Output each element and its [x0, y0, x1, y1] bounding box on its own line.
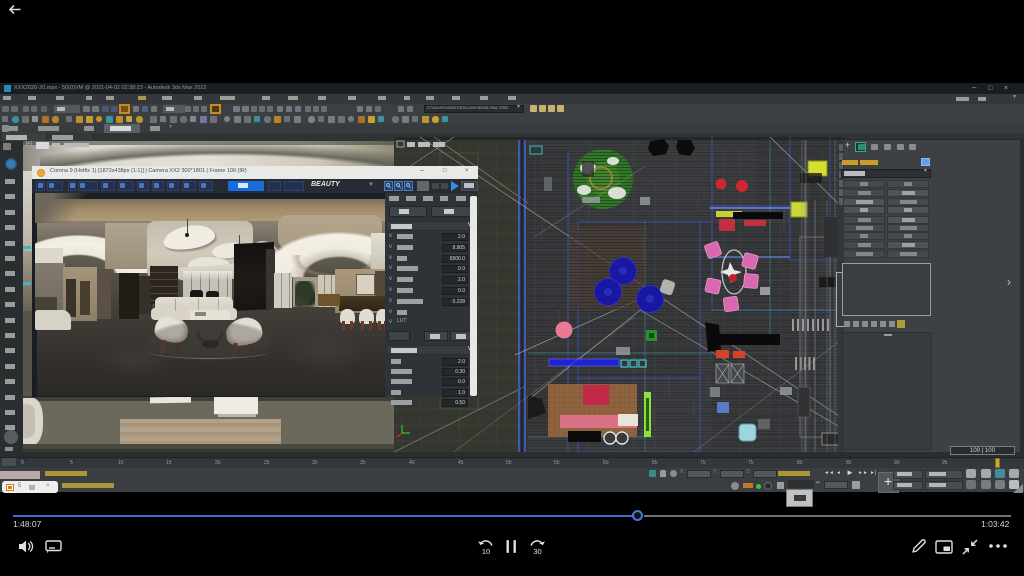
svg-text:10: 10	[482, 547, 490, 555]
svg-text:30: 30	[533, 547, 541, 555]
